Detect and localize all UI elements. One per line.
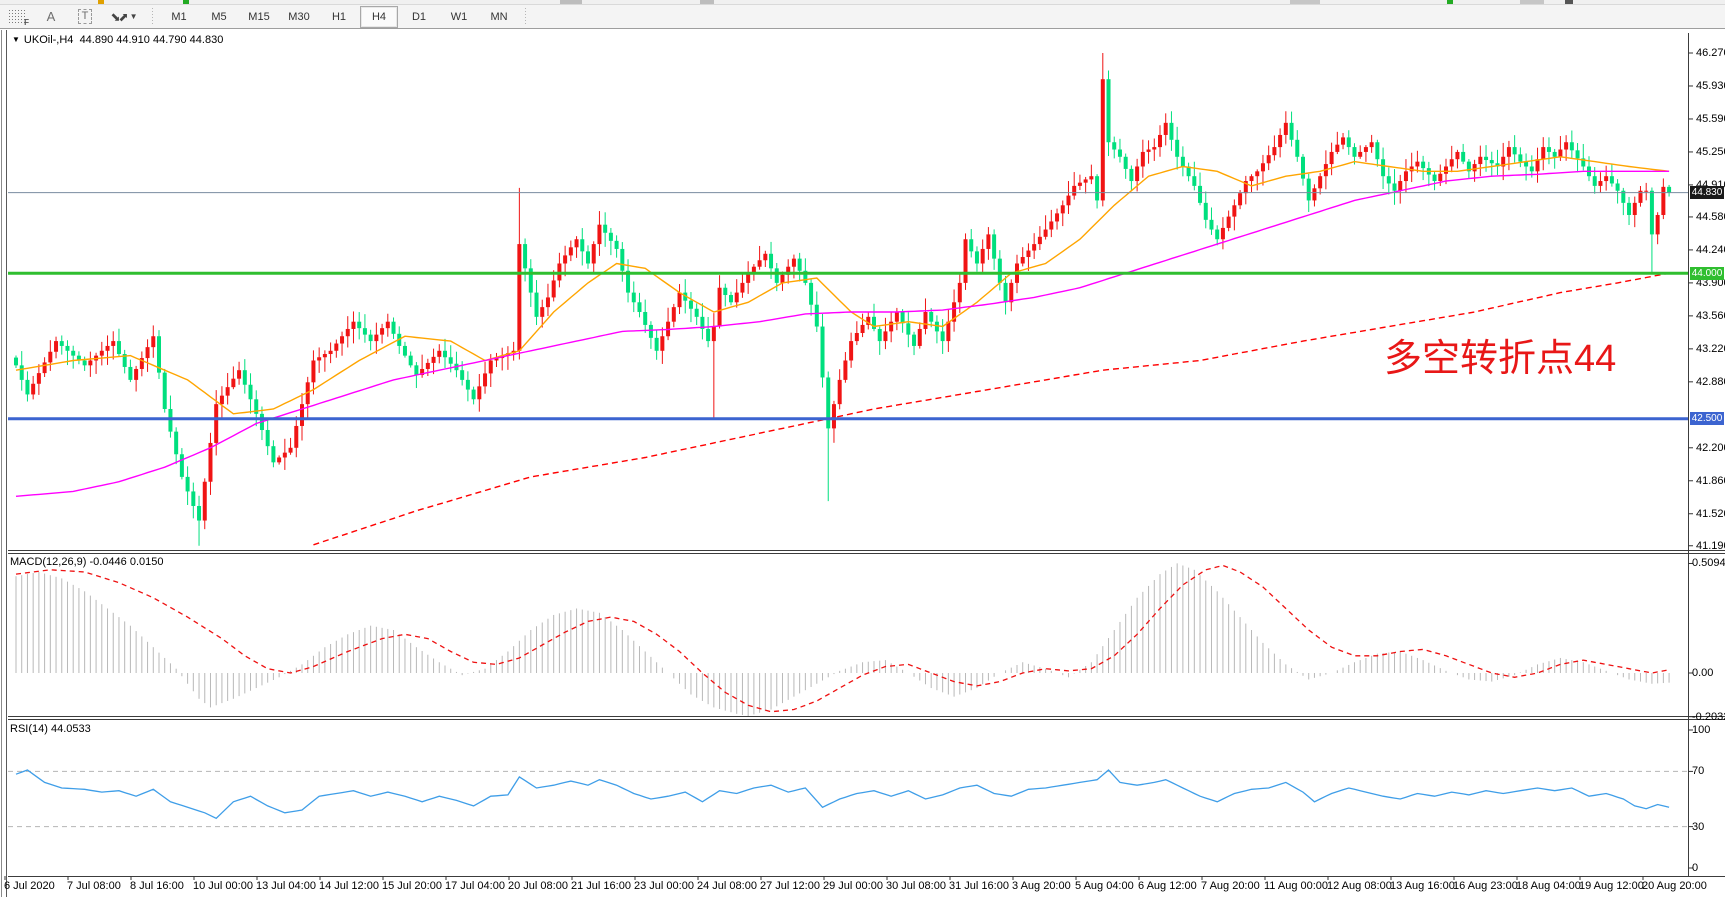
date-axis-label: 13 Jul 04:00: [256, 880, 316, 892]
macd-tick-label: -0.2032: [1692, 711, 1725, 723]
price-tick-label: 46.270: [1696, 47, 1725, 59]
macd-tick-label: 0.00: [1692, 667, 1713, 679]
rsi-panel-canvas[interactable]: [8, 721, 1687, 875]
date-axis-label: 11 Aug 00:00: [1264, 880, 1328, 892]
date-axis-label: 19 Aug 12:00: [1579, 880, 1644, 892]
date-axis-label: 31 Jul 16:00: [949, 880, 1009, 892]
date-axis-label: 3 Aug 20:00: [1012, 880, 1071, 892]
macd-panel-canvas[interactable]: [8, 555, 1687, 715]
date-axis-label: 13 Aug 16:00: [1390, 880, 1455, 892]
date-axis-label: 7 Aug 20:00: [1201, 880, 1260, 892]
price-tick-label: 45.590: [1696, 113, 1725, 125]
date-axis-label: 29 Jul 00:00: [823, 880, 883, 892]
price-tick-label: 43.220: [1696, 343, 1725, 355]
price-tick-label: 41.190: [1696, 540, 1725, 552]
date-axis-label: 6 Jul 2020: [4, 880, 55, 892]
price-tick-label: 45.930: [1696, 80, 1725, 92]
date-axis-label: 18 Aug 04:00: [1516, 880, 1581, 892]
price-tick-label: 45.250: [1696, 146, 1725, 158]
macd-tick-label: 0.5094: [1692, 557, 1725, 569]
price-level-badge: 42.500: [1690, 412, 1724, 425]
price-level-badge: 44.000: [1690, 267, 1724, 280]
symbol-dropdown-icon[interactable]: ▼: [12, 35, 20, 44]
date-axis-label: 7 Jul 08:00: [67, 880, 121, 892]
date-axis-label: 17 Jul 04:00: [445, 880, 505, 892]
date-axis-label: 23 Jul 00:00: [634, 880, 694, 892]
symbol-timeframe-label: UKOil-,H4: [24, 34, 74, 46]
date-axis-label: 16 Aug 23:00: [1453, 880, 1518, 892]
date-axis-label: 8 Jul 16:00: [130, 880, 184, 892]
rsi-tick-label: 70: [1692, 765, 1704, 777]
macd-indicator-label: MACD(12,26,9) -0.0446 0.0150: [10, 556, 163, 568]
date-axis-label: 27 Jul 12:00: [760, 880, 820, 892]
price-tick-label: 42.880: [1696, 376, 1725, 388]
price-tick-label: 41.520: [1696, 508, 1725, 520]
rsi-tick-label: 0: [1692, 862, 1698, 874]
rsi-tick-label: 30: [1692, 821, 1704, 833]
date-axis-label: 12 Aug 08:00: [1327, 880, 1392, 892]
price-tick-label: 43.560: [1696, 310, 1725, 322]
date-axis-label: 24 Jul 08:00: [697, 880, 757, 892]
date-axis-label: 14 Jul 12:00: [319, 880, 379, 892]
date-axis-label: 10 Jul 00:00: [193, 880, 253, 892]
price-tick-label: 41.860: [1696, 475, 1725, 487]
date-axis-label: 15 Jul 20:00: [382, 880, 442, 892]
date-axis-label: 5 Aug 04:00: [1075, 880, 1134, 892]
main-chart-canvas[interactable]: [8, 31, 1687, 549]
chart-text-annotation: 多空转折点44: [1384, 327, 1616, 382]
ohlc-readout: 44.890 44.910 44.790 44.830: [80, 34, 224, 46]
price-tick-label: 44.240: [1696, 244, 1725, 256]
rsi-indicator-label: RSI(14) 44.0533: [10, 723, 91, 735]
date-axis-label: 20 Jul 08:00: [508, 880, 568, 892]
chart-title: ▼ UKOil-,H4 44.890 44.910 44.790 44.830: [12, 34, 223, 46]
date-axis-label: 30 Jul 08:00: [886, 880, 946, 892]
price-tick-label: 44.580: [1696, 211, 1725, 223]
price-level-badge: 44.830: [1690, 186, 1724, 199]
date-axis-label: 6 Aug 12:00: [1138, 880, 1197, 892]
price-tick-label: 42.200: [1696, 442, 1725, 454]
date-axis-label: 21 Jul 16:00: [571, 880, 631, 892]
date-axis-label: 20 Aug 20:00: [1642, 880, 1707, 892]
terminal-window: { "toolbar": { "tools": [ {"id": "crossh…: [0, 0, 1725, 897]
rsi-tick-label: 100: [1692, 724, 1710, 736]
